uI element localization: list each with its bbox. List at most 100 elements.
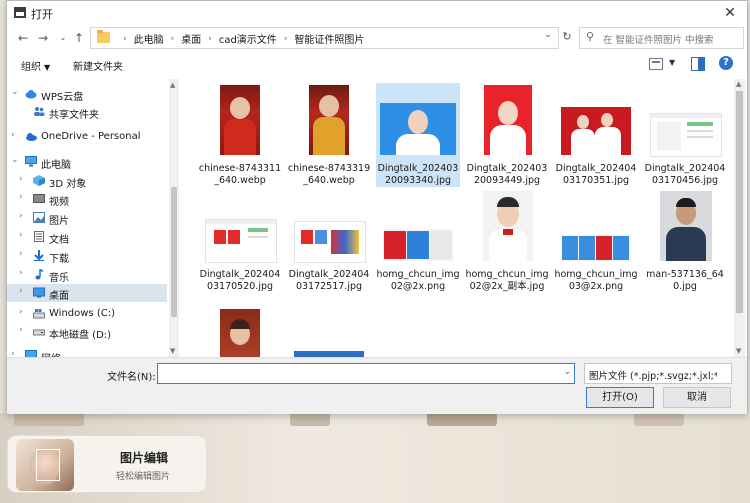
scrollbar-thumb[interactable] [171,187,177,317]
file-item[interactable]: Dingtalk_20240403172517.jpg [287,189,371,293]
file-thumbnail [650,113,722,157]
forward-arrow-icon[interactable]: → [36,30,50,46]
chevron-down-icon: ⌄ [589,368,597,378]
3d-objects-icon [33,175,45,186]
nav-item-this-pc[interactable]: ⌄ 此电脑 [7,153,167,171]
file-thumbnail [220,85,260,155]
file-item[interactable]: chinese-8743311_640.webp [198,83,282,187]
nav-scrollbar[interactable]: ▲ ▼ [169,79,179,357]
view-dropdown-icon[interactable]: ▼ [669,58,675,67]
nav-item-onedrive[interactable]: › OneDrive - Personal [7,128,167,146]
filename-dropdown-icon[interactable]: ⌄ [563,367,571,377]
expand-chevron-icon[interactable]: › [19,174,23,184]
nav-item-drive-c[interactable]: › Windows (C:) [7,305,167,323]
collapse-chevron-icon[interactable]: ⌄ [11,87,19,97]
back-arrow-icon[interactable]: ← [16,30,30,46]
dialog-app-icon [14,7,26,18]
preview-pane-icon[interactable] [691,57,705,71]
breadcrumb-item[interactable]: 智能证件照图片 [294,31,364,46]
title-bar: 打开 ✕ [7,1,747,25]
breadcrumb-separator-icon[interactable]: › [208,34,212,44]
file-thumbnail [483,191,533,261]
file-item[interactable]: Dingtalk_20240403170351.jpg [554,83,638,187]
file-item[interactable] [287,295,371,357]
nav-item-shared-folder[interactable]: 共享文件夹 [7,103,167,121]
expand-chevron-icon[interactable]: › [19,268,23,278]
expand-chevron-icon[interactable]: › [19,249,23,259]
file-item[interactable]: Dingtalk_20240403170456.jpg [643,83,727,187]
search-icon: ⚲ [586,30,595,43]
file-item[interactable]: homg_chcun_img03@2x.png [554,189,638,293]
file-item[interactable]: Dingtalk_20240403170520.jpg [198,189,282,293]
file-item[interactable]: Dingtalk_20240320093340.jpg [376,83,460,187]
collapse-chevron-icon[interactable]: ⌄ [11,155,19,165]
breadcrumb-item[interactable]: cad演示文件 [219,31,277,46]
nav-item-drive-d[interactable]: › 本地磁盘 (D:) [7,323,167,341]
new-folder-button[interactable]: 新建文件夹 [73,58,123,73]
breadcrumb-separator-icon[interactable]: › [171,34,175,44]
expand-chevron-icon[interactable]: › [19,286,23,296]
drive-c-icon [33,309,45,319]
view-options-icon[interactable] [649,58,663,70]
expand-chevron-icon[interactable]: › [11,349,15,357]
nav-item-documents[interactable]: › 文档 [7,228,167,246]
nav-item-label: 网络 [41,350,61,357]
nav-item-wps-cloud[interactable]: ⌄ WPS云盘 [7,85,167,103]
expand-chevron-icon[interactable]: › [11,130,15,140]
nav-item-pictures[interactable]: › 图片 [7,209,167,227]
file-item[interactable] [198,295,282,357]
expand-chevron-icon[interactable]: › [19,325,23,335]
file-thumbnail [484,85,532,155]
nav-item-video[interactable]: › 视频 [7,190,167,208]
filename-input[interactable]: ⌄ [157,363,575,384]
scroll-up-icon[interactable]: ▲ [736,80,741,88]
scrollbar-thumb[interactable] [736,91,743,313]
file-type-select[interactable]: 图片文件 (*.pjp;*.svgz;*.jxl;*.jp ⌄ [584,363,732,384]
address-bar[interactable]: › 此电脑 › 桌面 › cad演示文件 › 智能证件照图片 ⌄ [90,27,559,49]
breadcrumb-separator-icon[interactable]: › [284,34,288,44]
cancel-button[interactable]: 取消 [663,387,731,408]
file-item[interactable]: Dingtalk_20240320093449.jpg [465,83,549,187]
nav-item-3d-objects[interactable]: › 3D 对象 [7,172,167,190]
file-item[interactable]: homg_chcun_img02@2x.png [376,189,460,293]
search-box[interactable]: ⚲ 在 智能证件照图片 中搜索 [579,27,744,49]
drive-d-icon [33,329,45,336]
open-file-dialog: 打开 ✕ ← → ⌄ ↑ › 此电脑 › 桌面 › cad演示文件 › 智能证件… [6,0,748,414]
nav-item-label: OneDrive - Personal [41,131,141,142]
breadcrumb-item[interactable]: 此电脑 [134,31,164,46]
scroll-down-icon[interactable]: ▼ [170,347,175,355]
expand-chevron-icon[interactable]: › [19,307,23,317]
open-button[interactable]: 打开(O) [586,387,654,408]
nav-item-music[interactable]: › 音乐 [7,266,167,284]
file-item[interactable]: chinese-8743319_640.webp [287,83,371,187]
nav-item-network[interactable]: › 网络 [7,347,167,357]
file-item[interactable]: homg_chcun_img02@2x_副本.jpg [465,189,549,293]
navigation-pane: ⌄ WPS云盘 共享文件夹 › OneDrive - Personal ⌄ 此电… [7,79,181,357]
filename-label: 文件名(N): [107,372,156,383]
expand-chevron-icon[interactable]: › [19,192,23,202]
file-item[interactable]: man-537136_640.jpg [643,189,727,293]
expand-chevron-icon[interactable]: › [19,230,23,240]
breadcrumb-item[interactable]: 桌面 [181,31,201,46]
nav-item-label: 本地磁盘 (D:) [49,330,112,341]
desktop-icon [33,287,45,298]
file-list-scrollbar[interactable]: ▲ ▼ [734,79,745,357]
scroll-up-icon[interactable]: ▲ [170,81,175,89]
card-title: 图片编辑 [120,451,169,465]
recent-locations-chevron-icon[interactable]: ⌄ [56,30,70,46]
expand-chevron-icon[interactable]: › [19,211,23,221]
up-arrow-icon[interactable]: ↑ [72,30,86,46]
help-icon[interactable]: ? [719,56,733,70]
image-edit-card[interactable]: 图片编辑 轻松编辑图片 [8,436,206,492]
cloud-icon [25,90,37,99]
organize-button[interactable]: 组织 ▼ [21,58,50,73]
address-dropdown-icon[interactable]: ⌄ [542,30,554,40]
nav-item-desktop[interactable]: › 桌面 [7,284,167,302]
close-icon[interactable]: ✕ [721,4,739,22]
nav-item-label: 3D 对象 [49,179,87,190]
shared-users-icon [34,107,45,116]
file-name: Dingtalk_20240320093340.jpg [377,163,459,186]
nav-item-downloads[interactable]: › 下载 [7,247,167,265]
refresh-icon[interactable]: ↻ [559,28,575,46]
scroll-down-icon[interactable]: ▼ [736,347,741,355]
